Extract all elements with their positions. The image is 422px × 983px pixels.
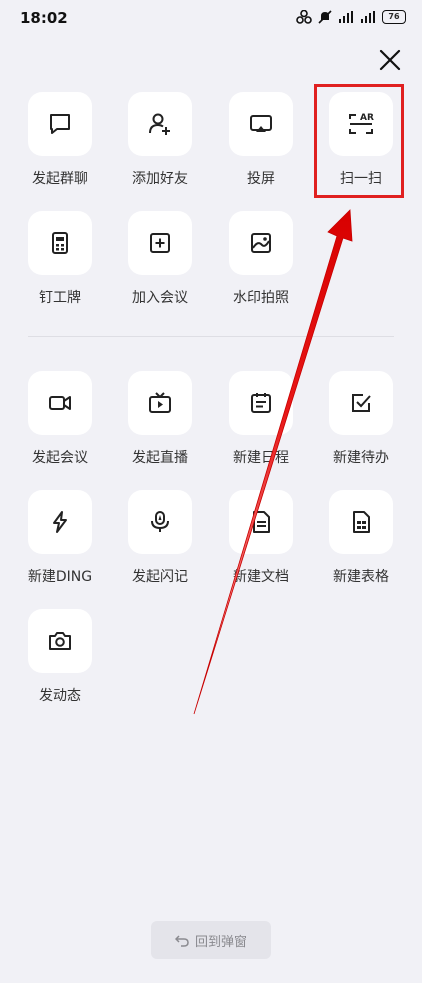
- tile-new-spreadsheet[interactable]: 新建表格: [311, 490, 411, 600]
- tile-label: 投屏: [247, 171, 275, 187]
- tile-label: 新建文档: [233, 569, 289, 585]
- tile-box: [128, 490, 192, 554]
- tile-label: 添加好友: [132, 171, 188, 187]
- tile-label: 发动态: [39, 688, 81, 704]
- tile-box: [28, 92, 92, 156]
- mic-ai-icon: [151, 511, 169, 532]
- camera-icon: [49, 632, 71, 650]
- tile-start-live[interactable]: 发起直播: [110, 371, 210, 481]
- spreadsheet-icon: [353, 511, 370, 533]
- back-to-popup-label: 回到弹窗: [194, 934, 247, 950]
- close-icon[interactable]: [376, 46, 404, 74]
- status-time: 18:02: [20, 9, 68, 27]
- signal-icon-1: [339, 11, 353, 23]
- back-to-popup-button[interactable]: 回到弹窗: [151, 921, 271, 959]
- tile-box: [229, 211, 293, 275]
- tile-new-todo[interactable]: 新建待办: [311, 371, 411, 481]
- tile-watermark-photo[interactable]: 水印拍照: [211, 211, 311, 321]
- tile-label: 加入会议: [132, 290, 188, 306]
- highlight-box: [314, 84, 404, 198]
- tile-box: [128, 211, 192, 275]
- badge-icon: [52, 232, 68, 254]
- tile-badge[interactable]: 钉工牌: [10, 211, 110, 321]
- status-icons: 76: [296, 10, 406, 24]
- tile-label: 发起直播: [132, 450, 188, 466]
- tile-box: [28, 490, 92, 554]
- tile-label: 发起群聊: [32, 171, 88, 187]
- tile-box: [229, 490, 293, 554]
- tile-new-schedule[interactable]: 新建日程: [211, 371, 311, 481]
- tile-label: 新建日程: [233, 450, 289, 466]
- tile-add-friend[interactable]: 添加好友: [110, 92, 210, 202]
- document-icon: [253, 511, 270, 533]
- tile-screen-cast[interactable]: 投屏: [211, 92, 311, 202]
- lightning-icon: [53, 511, 67, 533]
- battery-indicator: 76: [382, 10, 406, 24]
- tile-box: [229, 371, 293, 435]
- tile-label: 发起会议: [32, 450, 88, 466]
- tile-box: [329, 371, 393, 435]
- tile-label: 水印拍照: [233, 290, 289, 306]
- link-icon: [296, 10, 312, 24]
- tile-post-moment[interactable]: 发动态: [10, 609, 110, 719]
- signal-icon-2: [361, 11, 375, 23]
- watermark-photo-icon: [251, 233, 271, 253]
- tile-start-group-chat[interactable]: 发起群聊: [10, 92, 110, 202]
- plus-square-icon: [150, 233, 170, 253]
- tile-flash-note[interactable]: 发起闪记: [110, 490, 210, 600]
- chat-bubble-icon: [50, 114, 70, 134]
- tile-box: [128, 92, 192, 156]
- screen-cast-icon: [250, 115, 272, 132]
- tile-label: 发起闪记: [132, 569, 188, 585]
- tv-live-icon: [149, 392, 171, 413]
- tile-new-ding[interactable]: 新建DING: [10, 490, 110, 600]
- tile-box: [28, 371, 92, 435]
- tile-label: 新建待办: [333, 450, 389, 466]
- tile-new-document[interactable]: 新建文档: [211, 490, 311, 600]
- tile-label: 新建DING: [27, 569, 93, 585]
- calendar-icon: [251, 393, 271, 413]
- section-divider: [28, 336, 394, 337]
- video-camera-icon: [49, 396, 71, 410]
- checkbox-icon: [352, 394, 371, 412]
- tile-box: [229, 92, 293, 156]
- tile-box: [329, 490, 393, 554]
- tile-box: [128, 371, 192, 435]
- tile-label: 钉工牌: [39, 290, 81, 306]
- tile-start-meeting[interactable]: 发起会议: [10, 371, 110, 481]
- tile-join-meeting[interactable]: 加入会议: [110, 211, 210, 321]
- status-bar: 18:02 76: [0, 0, 422, 34]
- tile-box: [28, 211, 92, 275]
- mute-bell-icon: [318, 10, 332, 24]
- undo-arrow-icon: [174, 935, 189, 947]
- tile-label: 新建表格: [333, 569, 389, 585]
- tile-box: [28, 609, 92, 673]
- add-friend-icon: [149, 113, 170, 135]
